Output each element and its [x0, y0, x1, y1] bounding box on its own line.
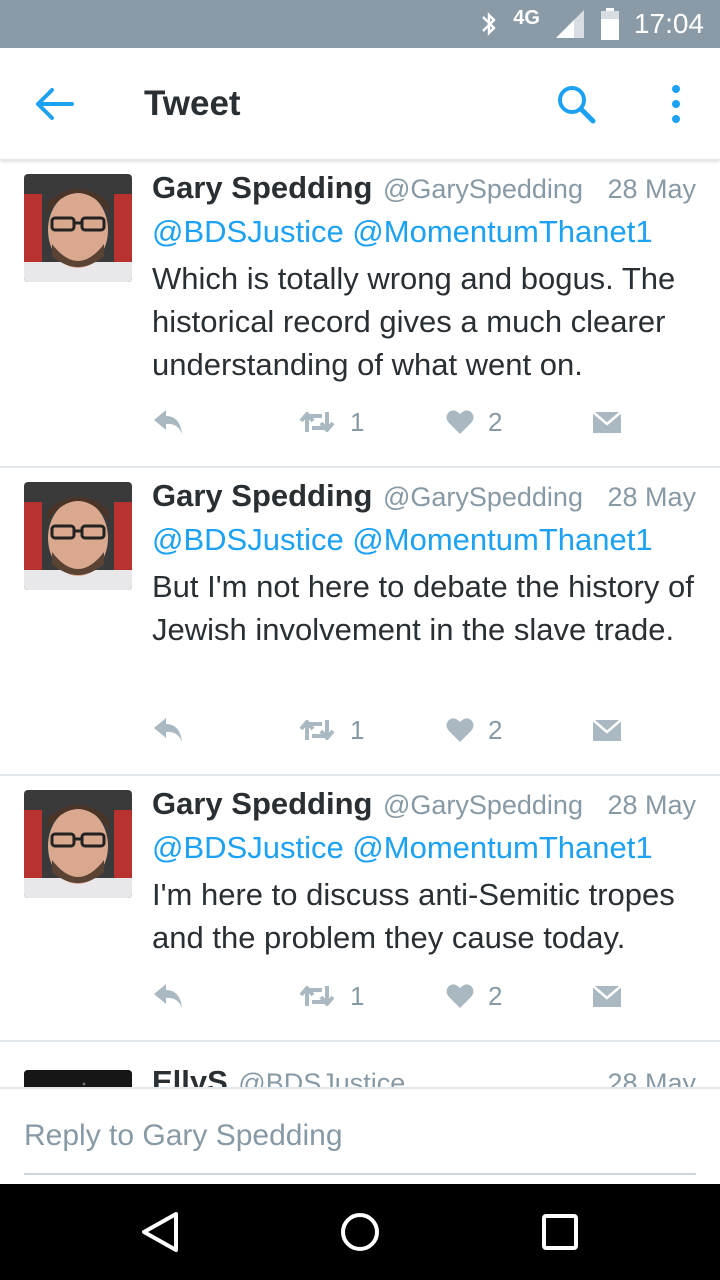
direct-message-button[interactable]: [592, 978, 622, 1014]
avatar[interactable]: [24, 1070, 132, 1087]
avatar[interactable]: [24, 174, 132, 282]
author-handle[interactable]: @GarySpedding: [383, 482, 583, 512]
direct-message-button[interactable]: [592, 712, 622, 748]
heart-icon: [446, 410, 474, 434]
retweet-count: 1: [350, 406, 365, 437]
author-handle[interactable]: @BDSJustice: [238, 1068, 405, 1087]
like-button[interactable]: 2: [446, 712, 502, 748]
retweet-button[interactable]: 1: [298, 712, 364, 748]
avatar[interactable]: [24, 790, 132, 898]
tweet-date: 28 May: [607, 174, 696, 204]
reply-icon: [154, 984, 182, 1008]
reply-button[interactable]: [152, 978, 184, 1014]
tweet-actions: 1 2: [152, 712, 672, 748]
retweet-icon: [299, 986, 335, 1006]
signal-icon: [555, 10, 584, 38]
like-count: 2: [488, 714, 503, 745]
author-name[interactable]: Gary Spedding: [152, 170, 372, 205]
home-circle-icon[interactable]: [338, 1210, 382, 1254]
tweet-mentions[interactable]: @BDSJustice @MomentumThanet1: [152, 522, 653, 558]
reply-icon: [154, 718, 182, 742]
like-count: 2: [488, 980, 503, 1011]
network-type: 4G: [513, 6, 540, 29]
tweet-header: Gary Spedding @GarySpedding 28 May: [152, 170, 696, 210]
tweet-text: I'm here to discuss anti-Semitic tropes …: [152, 877, 675, 955]
author-handle[interactable]: @GarySpedding: [383, 790, 583, 820]
retweet-count: 1: [350, 980, 365, 1011]
tweet-header: Gary Spedding @GarySpedding 28 May: [152, 786, 696, 826]
status-bar: 4G 17:04: [0, 0, 720, 48]
heart-icon: [446, 984, 474, 1008]
reply-button[interactable]: [152, 712, 184, 748]
tweet-item[interactable]: Gary Spedding @GarySpedding 28 May @BDSJ…: [0, 776, 720, 1042]
retweet-button[interactable]: 1: [298, 978, 364, 1014]
author-handle[interactable]: @GarySpedding: [383, 174, 583, 204]
like-button[interactable]: 2: [446, 978, 502, 1014]
back-arrow-icon[interactable]: [32, 84, 76, 124]
reply-button[interactable]: [152, 404, 184, 440]
envelope-icon: [592, 719, 622, 741]
tweet-date: 28 May: [607, 790, 696, 820]
retweet-count: 1: [350, 714, 365, 745]
tweet-item[interactable]: EllyS @BDSJustice 28 May: [0, 1042, 720, 1087]
battery-icon: [600, 8, 619, 40]
tweet-item[interactable]: Gary Spedding @GarySpedding 28 May @BDSJ…: [0, 160, 720, 468]
bluetooth-icon: [482, 12, 496, 36]
like-button[interactable]: 2: [446, 404, 502, 440]
tweet-text: But I'm not here to debate the history o…: [152, 569, 694, 647]
tweet-header: Gary Spedding @GarySpedding 28 May: [152, 478, 696, 518]
tweet-item[interactable]: Gary Spedding @GarySpedding 28 May @BDSJ…: [0, 468, 720, 776]
author-name[interactable]: Gary Spedding: [152, 478, 372, 513]
avatar[interactable]: [24, 482, 132, 590]
back-triangle-icon[interactable]: [138, 1210, 182, 1254]
reply-icon: [154, 410, 182, 434]
author-name[interactable]: EllyS: [152, 1064, 228, 1087]
direct-message-button[interactable]: [592, 404, 622, 440]
tweet-actions: 1 2: [152, 404, 672, 440]
app-bar: Tweet: [0, 48, 720, 160]
envelope-icon: [592, 985, 622, 1007]
heart-icon: [446, 718, 474, 742]
tweet-date: 28 May: [607, 1068, 696, 1087]
author-name[interactable]: Gary Spedding: [152, 786, 372, 821]
tweet-actions: 1 2: [152, 978, 672, 1014]
system-nav-bar: [0, 1184, 720, 1280]
status-time: 17:04: [633, 8, 704, 39]
retweet-icon: [299, 720, 335, 740]
search-icon[interactable]: [554, 82, 598, 126]
tweet-text: Which is totally wrong and bogus. The hi…: [152, 261, 676, 382]
page-title: Tweet: [144, 84, 241, 123]
tweet-mentions[interactable]: @BDSJustice @MomentumThanet1: [152, 214, 653, 250]
recents-square-icon[interactable]: [538, 1210, 582, 1254]
retweet-button[interactable]: 1: [298, 404, 364, 440]
reply-bar: Reply to Gary Spedding: [0, 1087, 720, 1184]
tweet-feed[interactable]: Gary Spedding @GarySpedding 28 May @BDSJ…: [0, 160, 720, 1087]
envelope-icon: [592, 411, 622, 433]
reply-input[interactable]: Reply to Gary Spedding: [24, 1119, 696, 1175]
retweet-icon: [299, 412, 335, 432]
tweet-mentions[interactable]: @BDSJustice @MomentumThanet1: [152, 830, 653, 866]
like-count: 2: [488, 406, 503, 437]
more-vert-icon[interactable]: [662, 82, 690, 126]
tweet-date: 28 May: [607, 482, 696, 512]
tweet-header: EllyS @BDSJustice 28 May: [152, 1064, 696, 1087]
